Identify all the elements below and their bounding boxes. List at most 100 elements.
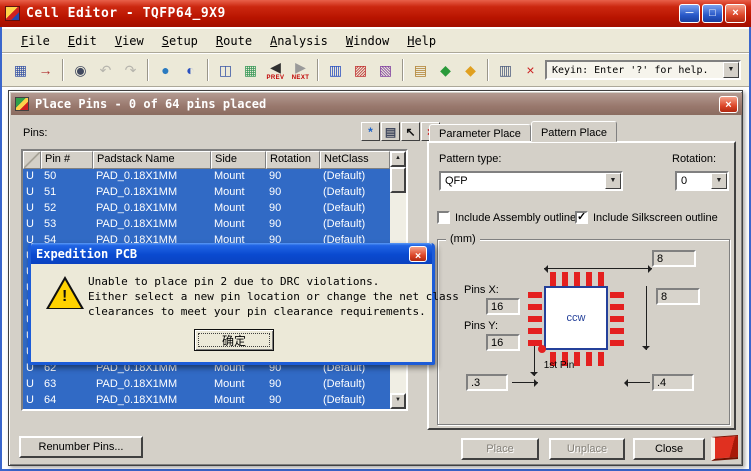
search-icon[interactable]: ◉: [68, 58, 93, 83]
menu-file[interactable]: File: [12, 31, 59, 51]
body-width-field[interactable]: 8: [652, 250, 696, 267]
prev-view-icon[interactable]: ◀ PREV: [263, 58, 288, 83]
close-button[interactable]: ×: [725, 4, 746, 23]
pin-shape: [586, 352, 592, 366]
drc-ok-icon[interactable]: ◆: [433, 58, 458, 83]
pin-shape: [610, 316, 624, 322]
checkbox-unchecked-icon[interactable]: [437, 211, 450, 224]
color-fill-icon[interactable]: ●: [153, 58, 178, 83]
menu-edit[interactable]: Edit: [59, 31, 106, 51]
chevron-down-icon[interactable]: ▼: [711, 173, 727, 189]
menu-view[interactable]: View: [106, 31, 153, 51]
help-book-icon[interactable]: [711, 435, 738, 461]
scroll-down-icon[interactable]: ▼: [390, 393, 406, 409]
pin-cell: 90: [269, 170, 282, 182]
report-icon[interactable]: ▥: [493, 58, 518, 83]
grid-icon[interactable]: ▦: [238, 58, 263, 83]
keyin-combobox[interactable]: Keyin: Enter '?' for help. ▼: [545, 60, 741, 80]
place-pins-icon: [15, 97, 29, 111]
pin-list-icon[interactable]: ▤: [381, 122, 400, 141]
place-pins-title: Place Pins - 0 of 64 pins placed: [35, 97, 267, 111]
drc-ok-icon-glyph: ◆: [440, 61, 451, 78]
pin-cell: U: [26, 186, 34, 198]
arrow-right-icon: [648, 265, 652, 273]
error-message-line: clearances to meet your pin clearance re…: [88, 305, 426, 318]
rotation-label: Rotation:: [672, 153, 717, 165]
renumber-pins-button[interactable]: Renumber Pins...: [19, 436, 143, 458]
close-cell-icon[interactable]: →: [33, 58, 58, 83]
scroll-up-icon[interactable]: ▲: [390, 151, 406, 167]
assembly-outline-checkbox[interactable]: Include Assembly outline: [437, 211, 576, 224]
pin-row-64[interactable]: U 64 PAD_0.18X1MM Mount 90 (Default): [23, 393, 406, 409]
pin-row-63[interactable]: U 63 PAD_0.18X1MM Mount 90 (Default): [23, 377, 406, 393]
menu-analysis[interactable]: Analysis: [261, 31, 337, 51]
delete-icon[interactable]: ×: [518, 58, 543, 83]
first-pin-marker: [538, 345, 546, 353]
tab-parameter-place[interactable]: Parameter Place: [429, 124, 531, 142]
place-pins-close-button[interactable]: ×: [719, 95, 738, 113]
pins-y-label: Pins Y:: [464, 320, 499, 332]
next-view-icon[interactable]: ▶ NEXT: [288, 58, 313, 83]
color-add-icon[interactable]: ◐: [178, 58, 203, 83]
chevron-down-icon[interactable]: ▼: [605, 173, 621, 189]
maximize-button[interactable]: □: [702, 4, 723, 23]
place-button[interactable]: Place: [461, 438, 539, 460]
properties-icon[interactable]: ▤: [408, 58, 433, 83]
pin-cell: (Default): [323, 202, 366, 214]
column-header-rotation[interactable]: Rotation: [266, 151, 320, 169]
highlight-pins-icon[interactable]: *: [361, 122, 380, 141]
pins-y-field[interactable]: 16: [486, 334, 520, 351]
tab-pattern-place[interactable]: Pattern Place: [530, 121, 617, 142]
close-dialog-button[interactable]: Close: [633, 438, 705, 460]
pin-row-52[interactable]: U 52 PAD_0.18X1MM Mount 90 (Default): [23, 201, 406, 217]
properties-icon-glyph: ▤: [413, 61, 428, 78]
window-tile-icon[interactable]: ◫: [213, 58, 238, 83]
pin-cell: 53: [44, 218, 57, 230]
undo-icon[interactable]: ↶: [93, 58, 118, 83]
toolbar-icons: ▦ → ◉ ↶ ↷ ● ◐ ◫ ▦ ◀ PREV ▶ NEXT ▥ ▨ ▧ ▤ ◆ ◆ ▥ ×: [8, 58, 543, 83]
pin-row-51[interactable]: U 51 PAD_0.18X1MM Mount 90 (Default): [23, 185, 406, 201]
column-header-side[interactable]: Side: [211, 151, 266, 169]
menu-help[interactable]: Help: [398, 31, 445, 51]
qfp-package-body: ccw: [544, 286, 608, 350]
ok-button[interactable]: 确定: [194, 329, 274, 351]
redo-icon[interactable]: ↷: [118, 58, 143, 83]
color-add-icon-glyph: ◐: [186, 61, 195, 78]
save-icon[interactable]: ▦: [8, 58, 33, 83]
pin-row-53[interactable]: U 53 PAD_0.18X1MM Mount 90 (Default): [23, 217, 406, 233]
drc-warning-icon[interactable]: ◆: [458, 58, 483, 83]
minimize-button[interactable]: ─: [679, 4, 700, 23]
pin-cell: Mount: [214, 186, 245, 198]
pins-x-field[interactable]: 16: [486, 298, 520, 315]
pin-width-field[interactable]: .3: [466, 374, 508, 391]
error-close-button[interactable]: ×: [409, 245, 427, 262]
arrow-right-icon: [534, 379, 538, 387]
layers-icon[interactable]: ▥: [323, 58, 348, 83]
checkbox-checked-icon[interactable]: ✓: [575, 211, 588, 224]
column-header-pin-[interactable]: Pin #: [41, 151, 93, 169]
body-height-field[interactable]: 8: [656, 288, 700, 305]
rotation-combobox[interactable]: 0 ▼: [675, 171, 729, 191]
chevron-down-icon[interactable]: ▼: [723, 62, 739, 78]
unplace-button[interactable]: Unplace: [549, 438, 625, 460]
pattern-type-combobox[interactable]: QFP ▼: [439, 171, 623, 191]
pick-pin-icon[interactable]: ↖: [401, 122, 420, 141]
pin-shape: [528, 304, 542, 310]
pin-pitch-field[interactable]: .4: [652, 374, 694, 391]
menu-window[interactable]: Window: [337, 31, 398, 51]
column-header-netclass[interactable]: NetClass: [320, 151, 390, 169]
column-header-select[interactable]: [23, 151, 41, 169]
pin-shape: [610, 328, 624, 334]
silkscreen-outline-checkbox[interactable]: ✓ Include Silkscreen outline: [575, 211, 718, 224]
display-control-icon[interactable]: ▧: [373, 58, 398, 83]
menu-route[interactable]: Route: [207, 31, 261, 51]
column-header-padstack-name[interactable]: Padstack Name: [93, 151, 211, 169]
silkscreen-outline-label: Include Silkscreen outline: [593, 211, 718, 224]
hatch-icon-glyph: ▨: [353, 61, 368, 78]
pin-row-50[interactable]: U 50 PAD_0.18X1MM Mount 90 (Default): [23, 169, 406, 185]
pin-cell: (Default): [323, 170, 366, 182]
pin-cell: Mount: [214, 378, 245, 390]
menu-setup[interactable]: Setup: [153, 31, 207, 51]
scrollbar-thumb[interactable]: [390, 167, 406, 193]
hatch-icon[interactable]: ▨: [348, 58, 373, 83]
